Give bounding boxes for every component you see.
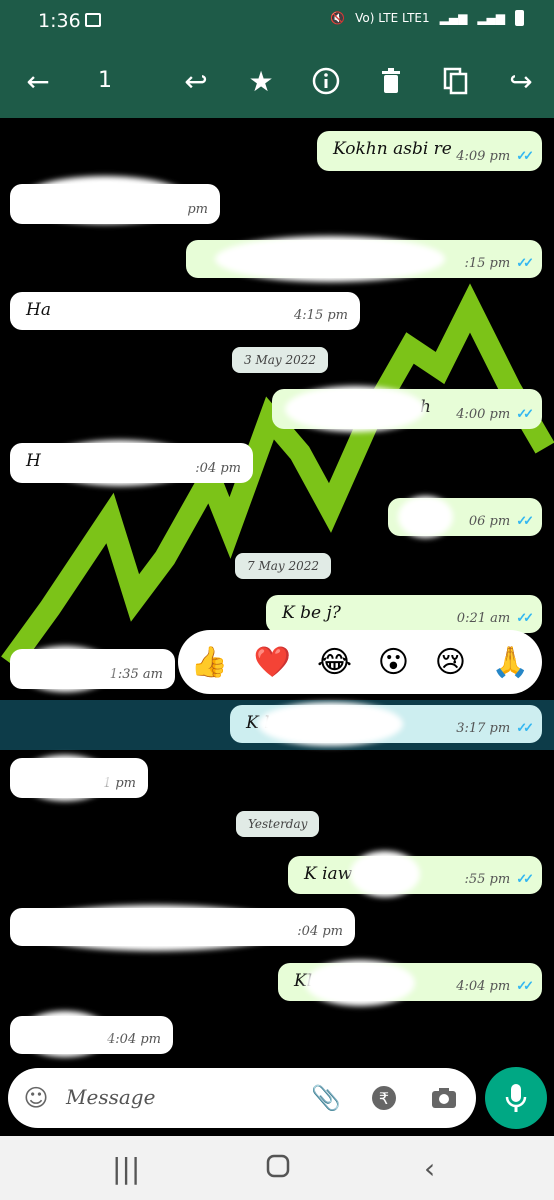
recent-apps-icon[interactable]: ||| xyxy=(112,1152,140,1185)
message-time: :04 pm xyxy=(297,924,343,939)
message-time: 1:35 am xyxy=(109,667,163,682)
signal-icon: ▂▄▆ xyxy=(439,11,468,25)
redaction xyxy=(398,496,453,538)
mute-icon: 🔇 xyxy=(330,11,346,25)
redaction xyxy=(305,960,415,1006)
redaction xyxy=(20,905,290,951)
payment-icon[interactable]: ₹ xyxy=(368,1082,400,1114)
mic-icon xyxy=(505,1084,527,1112)
date-chip: Yesterday xyxy=(236,811,320,837)
status-icons: 🔇 Vo) LTE LTE1 ▂▄▆ ▂▄▆ xyxy=(330,10,524,26)
image-notification-icon xyxy=(85,13,101,27)
read-receipt-icon: ✓✓ xyxy=(516,407,534,422)
read-receipt-icon: ✓✓ xyxy=(516,979,534,994)
redaction xyxy=(20,1011,110,1057)
home-icon[interactable] xyxy=(266,1152,290,1185)
forward-icon[interactable]: ↪ xyxy=(503,63,539,99)
redaction xyxy=(18,646,113,692)
message-time: 0:21 am xyxy=(456,611,511,626)
sad-reaction[interactable]: 😢 xyxy=(435,645,466,680)
date-chip: 7 May 2022 xyxy=(235,553,332,579)
attach-icon[interactable]: 📎 xyxy=(310,1082,342,1114)
message-bubble[interactable]: K be j? 0:21 am ✓✓ xyxy=(266,595,542,633)
delete-icon[interactable] xyxy=(373,63,409,99)
camera-icon[interactable] xyxy=(428,1082,460,1114)
redaction xyxy=(350,851,420,897)
info-icon[interactable] xyxy=(308,63,344,99)
thumbs-up-reaction[interactable]: 👍 xyxy=(191,645,228,680)
heart-reaction[interactable]: ❤️ xyxy=(254,645,291,680)
system-nav-bar: ||| ‹ xyxy=(0,1136,554,1200)
message-composer[interactable]: ☺ Message 📎 ₹ xyxy=(8,1068,476,1128)
message-time: 06 pm xyxy=(468,514,511,529)
status-bar: 1:36 🔇 Vo) LTE LTE1 ▂▄▆ ▂▄▆ xyxy=(0,0,554,44)
message-time: 4:00 pm xyxy=(456,407,511,422)
message-bubble[interactable]: Ha 4:15 pm xyxy=(10,292,360,330)
pray-reaction[interactable]: 🙏 xyxy=(492,645,529,680)
surprised-reaction[interactable]: 😮 xyxy=(378,645,409,680)
mic-button[interactable] xyxy=(485,1067,547,1129)
status-time: 1:36 xyxy=(38,10,81,32)
message-input[interactable]: Message xyxy=(66,1085,155,1109)
signal-icon-2: ▂▄▆ xyxy=(477,11,505,25)
read-receipt-icon: ✓✓ xyxy=(516,721,534,736)
read-receipt-icon: ✓✓ xyxy=(516,611,534,626)
message-time: 4:04 pm xyxy=(456,979,511,994)
chat-area: Kokhn asbi re 4:09 pm ✓✓ pm :15 pm ✓✓ Ha 4… xyxy=(0,118,554,1068)
message-text: Ha xyxy=(26,300,51,320)
back-arrow-icon[interactable]: ← xyxy=(20,63,56,99)
redaction xyxy=(285,386,425,432)
copy-icon[interactable] xyxy=(438,63,474,99)
emoji-icon[interactable]: ☺ xyxy=(20,1082,52,1114)
date-chip: 3 May 2022 xyxy=(232,347,329,373)
message-text: H xyxy=(26,451,41,471)
back-nav-icon[interactable]: ‹ xyxy=(424,1152,435,1185)
star-icon[interactable]: ★ xyxy=(243,63,279,99)
message-time: 4:09 pm xyxy=(456,149,511,164)
message-time: :04 pm xyxy=(195,461,241,476)
reply-icon[interactable]: ↩ xyxy=(178,63,214,99)
selection-toolbar: ← 1 ↩ ★ ↪ xyxy=(0,44,554,118)
message-time: pm xyxy=(187,202,208,217)
read-receipt-icon: ✓✓ xyxy=(516,872,534,887)
redaction xyxy=(215,236,445,282)
svg-text:₹: ₹ xyxy=(379,1089,389,1108)
message-text: Kokhn asbi re xyxy=(333,139,452,159)
battery-icon xyxy=(515,10,524,26)
message-bubble[interactable]: Kokhn asbi re 4:09 pm ✓✓ xyxy=(317,131,542,171)
redaction xyxy=(45,440,195,486)
network-label: Vo) LTE LTE1 xyxy=(355,11,430,25)
redaction xyxy=(20,755,110,801)
laugh-reaction[interactable]: 😂 xyxy=(317,645,352,680)
reaction-picker: 👍 ❤️ 😂 😮 😢 🙏 xyxy=(178,630,542,694)
redaction xyxy=(258,702,403,746)
redaction xyxy=(20,176,190,224)
read-receipt-icon: ✓✓ xyxy=(516,149,534,164)
read-receipt-icon: ✓✓ xyxy=(516,514,534,529)
message-time: :15 pm xyxy=(464,256,511,271)
message-text: K be j? xyxy=(282,603,341,623)
message-time: 3:17 pm xyxy=(456,721,511,736)
read-receipt-icon: ✓✓ xyxy=(516,256,534,271)
message-time: :55 pm xyxy=(464,872,511,887)
message-time: 4:04 pm xyxy=(107,1032,161,1047)
selected-count: 1 xyxy=(98,68,112,93)
message-time: 4:15 pm xyxy=(294,308,348,323)
